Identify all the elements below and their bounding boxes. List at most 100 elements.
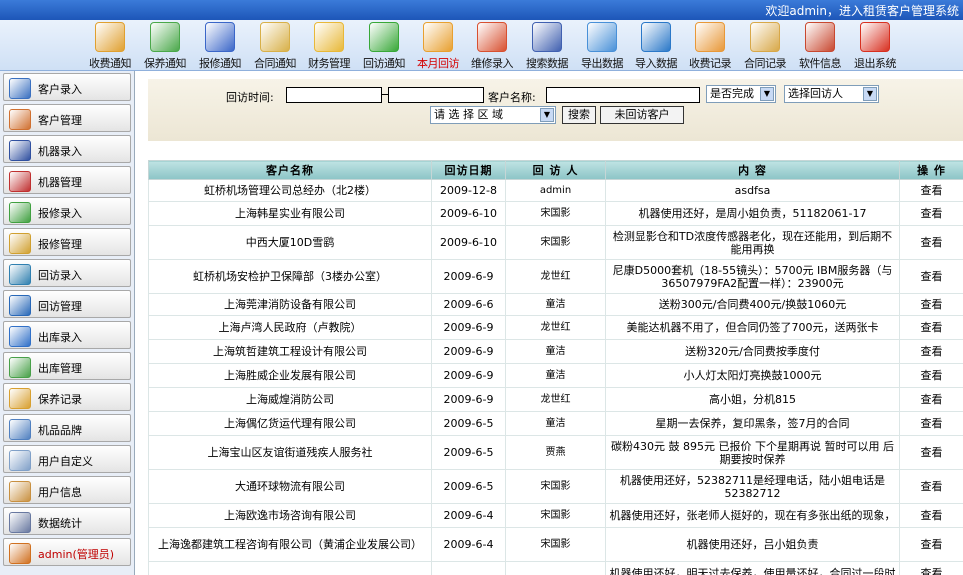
sidebar-item-label: 出库管理: [38, 362, 82, 375]
view-link[interactable]: 查看: [899, 293, 963, 316]
cell-visit-date: 2009-6-5: [431, 411, 506, 436]
cell-customer-name: 上海偶亿货运代理有限公司: [148, 411, 432, 436]
visit-records-table: 客户名称 回访日期 回 访 人 内 容 操 作 虹桥机场管理公司总经办（北2楼）…: [148, 160, 963, 575]
visit-date-to-input[interactable]: [388, 87, 484, 103]
cell-visit-date: 2009-6-9: [431, 259, 506, 294]
region-select[interactable]: 请 选 择 区 域 ▼: [430, 106, 556, 124]
sidebar-item-5[interactable]: 报修录入: [3, 197, 131, 225]
toolbar-button-label: 收费记录: [689, 57, 732, 70]
sidebar-item-2[interactable]: 客户管理: [3, 104, 131, 132]
cell-visit-date: 2009-6-5: [431, 435, 506, 470]
cell-content: 小人灯太阳灯亮换鼓1000元: [605, 363, 900, 388]
cell-content: 机器使用还好，是周小姐负责，51182061-17: [605, 201, 900, 226]
sidebar-item-13[interactable]: 用户自定义: [3, 445, 131, 473]
sidebar-item-label: 回访录入: [38, 269, 82, 282]
sidebar-item-1[interactable]: 客户录入: [3, 73, 131, 101]
toolbar-button-6[interactable]: 回访通知: [357, 22, 411, 70]
column-content: 内 容: [605, 160, 900, 180]
visitor-select[interactable]: 选择回访人 ▼: [784, 85, 879, 103]
column-visitor: 回 访 人: [505, 160, 606, 180]
contract-icon: [260, 22, 290, 52]
toolbar-button-15[interactable]: 退出系统: [848, 22, 902, 70]
sidebar-item-9[interactable]: 出库录入: [3, 321, 131, 349]
view-link[interactable]: 查看: [899, 387, 963, 412]
cell-content: 检测显影仓和TD浓度传感器老化，现在还能用，到后期不能用再换: [605, 225, 900, 260]
toolbar-button-label: 回访通知: [363, 57, 406, 70]
cell-visitor: admin: [505, 179, 606, 202]
toolbar-button-2[interactable]: 保养通知: [138, 22, 192, 70]
view-link[interactable]: 查看: [899, 561, 963, 575]
sidebar-item-12[interactable]: 机品品牌: [3, 414, 131, 442]
sidebar-item-6[interactable]: 报修管理: [3, 228, 131, 256]
view-link[interactable]: 查看: [899, 315, 963, 340]
repair-tools-icon: [205, 22, 235, 52]
exit-icon: [860, 22, 890, 52]
view-link[interactable]: 查看: [899, 201, 963, 226]
toolbar-button-4[interactable]: 合同通知: [248, 22, 302, 70]
cell-visitor: [505, 561, 606, 575]
cell-visitor: 龙世红: [505, 315, 606, 340]
table-row: 上海威煌消防公司 2009-6-9 龙世红 高小姐，分机815 查看: [148, 387, 963, 412]
toolbar-button-8[interactable]: 维修录入: [465, 22, 519, 70]
toolbar-button-5[interactable]: 财务管理: [302, 22, 356, 70]
toolbar-button-3[interactable]: 报修通知: [193, 22, 247, 70]
toolbar-button-label: 退出系统: [854, 57, 897, 70]
view-link[interactable]: 查看: [899, 259, 963, 294]
view-link[interactable]: 查看: [899, 225, 963, 260]
toolbar-button-label: 导出数据: [581, 57, 624, 70]
outbound-manage-icon: [9, 357, 31, 378]
cell-customer-name: 上海欧逸市场咨询有限公司: [148, 503, 432, 528]
view-link[interactable]: 查看: [899, 469, 963, 504]
statistics-icon: [9, 512, 31, 533]
toolbar-button-10[interactable]: 导出数据: [575, 22, 629, 70]
sidebar-item-10[interactable]: 出库管理: [3, 352, 131, 380]
sidebar-item-label: 机品品牌: [38, 424, 82, 437]
table-row: 上海卢湾人民政府（卢教院） 2009-6-9 龙世红 美能达机器不用了，但合同仍签了7…: [148, 315, 963, 340]
visit-add-icon: [9, 264, 31, 285]
cell-content: 送粉320元/合同费按季度付: [605, 339, 900, 364]
sidebar-item-7[interactable]: 回访录入: [3, 259, 131, 287]
view-link[interactable]: 查看: [899, 363, 963, 388]
cell-visitor: 贾燕: [505, 435, 606, 470]
view-link[interactable]: 查看: [899, 503, 963, 528]
sidebar-item-3[interactable]: 机器录入: [3, 135, 131, 163]
table-row: 上海莞津消防设备有限公司 2009-6-6 童洁 送粉300元/合同费400元/换鼓1…: [148, 293, 963, 316]
cell-customer-name: 上海宝山区友谊街道残疾人服务社: [148, 435, 432, 470]
money-receipt-icon: [95, 22, 125, 52]
table-row: 上海胜威企业发展有限公司 2009-6-9 童洁 小人灯太阳灯亮换鼓1000元 查看: [148, 363, 963, 388]
toolbar-button-14[interactable]: 软件信息: [793, 22, 847, 70]
view-link[interactable]: 查看: [899, 435, 963, 470]
completed-select[interactable]: 是否完成 ▼: [706, 85, 776, 103]
view-link[interactable]: 查看: [899, 527, 963, 562]
chevron-down-icon: ▼: [863, 87, 877, 101]
customer-name-input[interactable]: [546, 87, 700, 103]
toolbar-button-12[interactable]: 收费记录: [683, 22, 737, 70]
sidebar-item-8[interactable]: 回访管理: [3, 290, 131, 318]
toolbar-button-1[interactable]: 收费通知: [83, 22, 137, 70]
view-link[interactable]: 查看: [899, 179, 963, 202]
not-visited-customers-button[interactable]: 未回访客户: [600, 106, 684, 124]
cell-content: asdfsa: [605, 179, 900, 202]
search-button[interactable]: 搜索: [562, 106, 596, 124]
cell-visit-date: 2009-6-4: [431, 503, 506, 528]
sidebar-item-15[interactable]: 数据统计: [3, 507, 131, 535]
visit-date-from-input[interactable]: [286, 87, 382, 103]
view-link[interactable]: 查看: [899, 411, 963, 436]
toolbar-button-9[interactable]: 搜索数据: [520, 22, 574, 70]
sidebar-item-11[interactable]: 保养记录: [3, 383, 131, 411]
sidebar-item-4[interactable]: 机器管理: [3, 166, 131, 194]
toolbar-button-11[interactable]: 导入数据: [629, 22, 683, 70]
visit-manage-icon: [9, 295, 31, 316]
cell-visitor: 宋国影: [505, 527, 606, 562]
sidebar-item-14[interactable]: 用户信息: [3, 476, 131, 504]
toolbar-button-7[interactable]: 本月回访: [411, 22, 465, 70]
visitor-select-value: 选择回访人: [788, 87, 843, 100]
view-link[interactable]: 查看: [899, 339, 963, 364]
sidebar-item-16[interactable]: admin(管理员): [3, 538, 131, 566]
sidebar-item-label: 回访管理: [38, 300, 82, 313]
column-visit-date: 回访日期: [431, 160, 506, 180]
cell-content: 星期一去保养，复印黑条，签7月的合同: [605, 411, 900, 436]
toolbar-button-13[interactable]: 合同记录: [738, 22, 792, 70]
table-row: 上海筑哲建筑工程设计有限公司 2009-6-9 童洁 送粉320元/合同费按季度付 查看: [148, 339, 963, 364]
user-info-icon: [9, 481, 31, 502]
